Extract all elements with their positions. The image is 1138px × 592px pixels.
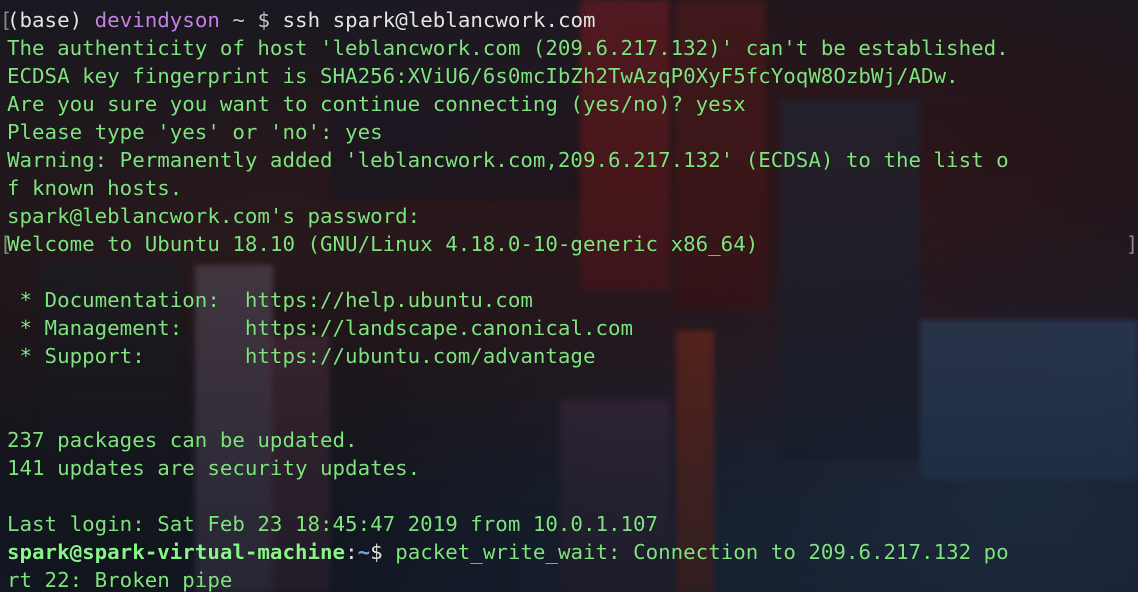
output-line: 141 updates are security updates. [7,456,421,480]
remote-user-host: spark@spark-virtual-machine [7,540,346,564]
terminal-window[interactable]: [ [ ] (base) devindyson ~ $ ssh spark@le… [0,0,1138,592]
output-line: Are you sure you want to continue connec… [7,92,746,116]
output-line: Last login: Sat Feb 23 18:45:47 2019 fro… [7,512,659,536]
output-line: f known hosts. [7,176,183,200]
output-line: Please type 'yes' or 'no': yes [7,120,383,144]
background-image-region [920,320,1138,480]
output-line: ECDSA key fingerprint is SHA256:XViU6/6s… [7,64,959,88]
conda-env: (base) [7,8,83,32]
line-marker-icon: ] [1126,232,1138,256]
prompt-user: devindyson [94,8,220,32]
command-text: ssh spark@leblancwork.com [282,8,596,32]
local-prompt-line: (base) devindyson ~ $ ssh spark@leblancw… [7,6,596,34]
output-line: * Management: https://landscape.canonica… [7,316,634,340]
output-line: * Support: https://ubuntu.com/advantage [7,344,596,368]
error-output: packet_write_wait: Connection to 209.6.2… [395,540,1009,564]
remote-colon: : [345,540,358,564]
output-line: The authenticity of host 'leblancwork.co… [7,36,1009,60]
prompt-dollar: $ [257,8,270,32]
remote-prompt-line: spark@spark-virtual-machine:~$ packet_wr… [7,538,1009,566]
output-line: Warning: Permanently added 'leblancwork.… [7,148,1009,172]
remote-dollar: $ [370,540,383,564]
output-line: spark@leblancwork.com's password: [7,204,421,228]
output-line: rt 22: Broken pipe [7,568,233,592]
output-line: * Documentation: https://help.ubuntu.com [7,288,533,312]
prompt-path: ~ [232,8,245,32]
output-line: Welcome to Ubuntu 18.10 (GNU/Linux 4.18.… [7,232,759,256]
remote-path: ~ [357,540,371,564]
output-line: 237 packages can be updated. [7,428,358,452]
